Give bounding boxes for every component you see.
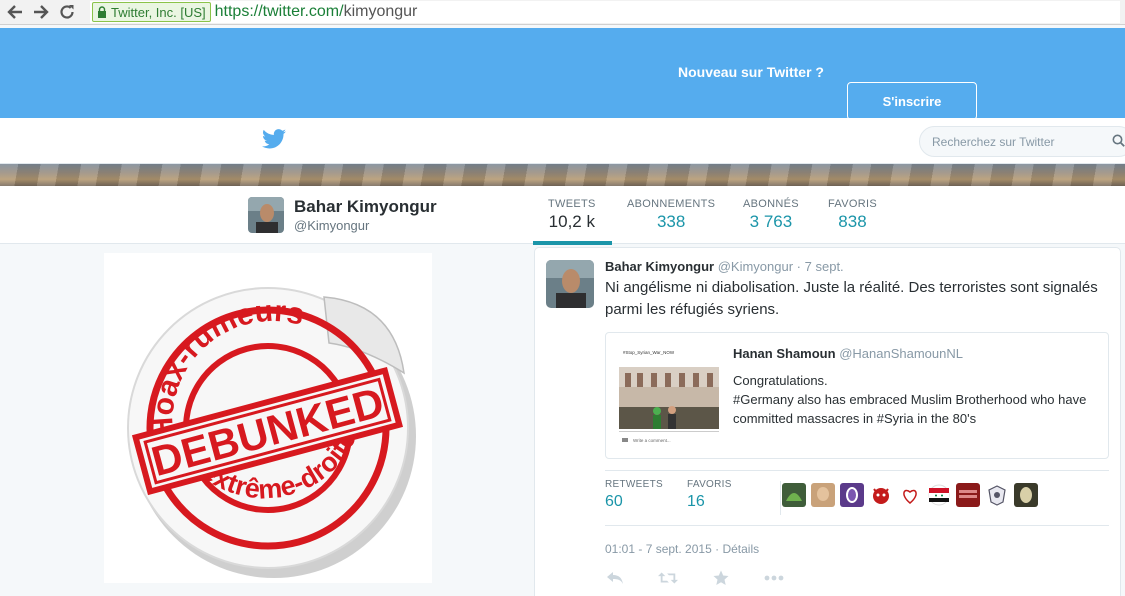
avatar[interactable] xyxy=(811,483,835,507)
retweets-stat[interactable]: RETWEETS 60 xyxy=(605,479,663,511)
search-input[interactable]: Recherchez sur Twitter xyxy=(919,126,1125,157)
quoted-tweet-text: Congratulations. #Germany also has embra… xyxy=(733,371,1103,428)
certificate-badge[interactable]: Twitter, Inc. [US] xyxy=(92,2,211,22)
avatar[interactable] xyxy=(546,260,594,308)
avatar[interactable] xyxy=(1014,483,1038,507)
favorites-label: FAVORIS xyxy=(687,479,732,490)
tweet-header: Bahar Kimyongur @Kimyongur · 7 sept. xyxy=(605,259,844,274)
quoted-tweet-image[interactable]: #Stop_Syrian_War_NOW Write a comment... xyxy=(617,345,721,449)
favorites-stat[interactable]: FAVORIS 16 xyxy=(687,479,732,511)
avatar[interactable] xyxy=(898,483,922,507)
avatar[interactable] xyxy=(985,483,1009,507)
forward-icon[interactable] xyxy=(30,1,52,23)
tweet-actions xyxy=(605,570,817,586)
reload-icon[interactable] xyxy=(56,1,78,23)
more-icon[interactable] xyxy=(764,570,784,586)
engagement-bar: RETWEETS 60 FAVORIS 16 xyxy=(605,470,1109,526)
thumb-hashtag: #Stop_Syrian_War_NOW xyxy=(623,350,675,355)
avatar[interactable] xyxy=(869,483,893,507)
stat-label: ABONNÉS xyxy=(743,198,799,210)
divider xyxy=(780,481,781,515)
url-text: https://twitter.com/kimyongur xyxy=(215,3,418,21)
search-icon[interactable] xyxy=(1112,134,1125,147)
quoted-text-line2: #Germany also has embraced Muslim Brothe… xyxy=(733,392,1087,426)
signup-prompt: Nouveau sur Twitter ? xyxy=(678,64,824,80)
stat-value: 838 xyxy=(838,212,867,231)
quoted-author-handle[interactable]: @HananShamounNL xyxy=(839,346,963,361)
stat-following[interactable]: ABONNEMENTS 338 xyxy=(627,198,715,232)
reply-icon[interactable] xyxy=(605,570,625,586)
avatar[interactable] xyxy=(956,483,980,507)
quoted-author-name[interactable]: Hanan Shamoun xyxy=(733,346,836,361)
stat-value: 10,2 k xyxy=(548,212,595,231)
quoted-tweet[interactable]: #Stop_Syrian_War_NOW Write a comment... … xyxy=(605,332,1109,459)
thumb-comment: Write a comment... xyxy=(633,438,671,443)
stat-label: TWEETS xyxy=(548,198,596,210)
url-path: kimyongur xyxy=(343,3,418,20)
quoted-text-line1: Congratulations. xyxy=(733,373,828,388)
active-tab-indicator xyxy=(533,241,612,245)
retweets-label: RETWEETS xyxy=(605,479,663,490)
favoriter-avatars xyxy=(782,483,1043,507)
avatar[interactable] xyxy=(782,483,806,507)
avatar[interactable] xyxy=(248,197,284,233)
retweets-count: 60 xyxy=(605,493,623,510)
top-nav: Recherchez sur Twitter xyxy=(0,118,1125,164)
tweet-timestamp: 01:01 - 7 sept. 2015 · Détails xyxy=(605,542,759,556)
debunked-sticker-image: Hoax-rumeurs d'extrême-droite DEBUNKED xyxy=(104,253,432,583)
tweet-date[interactable]: 7 sept. xyxy=(805,259,844,274)
url-host: https://twitter.com/ xyxy=(214,3,344,20)
avatar[interactable] xyxy=(927,483,951,507)
stat-value: 3 763 xyxy=(749,212,793,231)
lock-icon xyxy=(98,6,106,18)
twitter-bird-icon[interactable] xyxy=(262,129,286,149)
tweet-author-handle[interactable]: @Kimyongur xyxy=(718,259,793,274)
address-bar[interactable]: Twitter, Inc. [US] https://twitter.com/k… xyxy=(90,1,1120,23)
favorite-star-icon[interactable] xyxy=(711,570,731,586)
meta-separator: · xyxy=(715,542,720,556)
signup-button[interactable]: S'inscrire xyxy=(847,82,977,120)
stat-value: 338 xyxy=(656,212,686,231)
stat-tweets[interactable]: TWEETS 10,2 k xyxy=(548,198,596,232)
avatar[interactable] xyxy=(840,483,864,507)
stat-favorites[interactable]: FAVORIS 838 xyxy=(828,198,877,232)
details-link[interactable]: Détails xyxy=(722,542,759,556)
favorites-count: 16 xyxy=(687,493,705,510)
tweet-card[interactable]: Bahar Kimyongur @Kimyongur · 7 sept. Ni … xyxy=(534,247,1121,596)
profile-name[interactable]: Bahar Kimyongur xyxy=(294,197,437,217)
stat-followers[interactable]: ABONNÉS 3 763 xyxy=(743,198,799,232)
header-photo xyxy=(0,164,1125,186)
tweet-separator: · xyxy=(796,259,802,274)
tweet-author-name[interactable]: Bahar Kimyongur xyxy=(605,259,714,274)
retweet-icon[interactable] xyxy=(658,570,678,586)
back-icon[interactable] xyxy=(4,1,26,23)
tweet-time[interactable]: 01:01 - 7 sept. 2015 xyxy=(605,542,712,556)
browser-toolbar: Twitter, Inc. [US] https://twitter.com/k… xyxy=(0,0,1125,25)
stat-label: FAVORIS xyxy=(828,198,877,210)
stat-label: ABONNEMENTS xyxy=(627,198,716,210)
profile-nav: Bahar Kimyongur @Kimyongur TWEETS 10,2 k… xyxy=(0,186,1125,244)
quoted-tweet-header: Hanan Shamoun @HananShamounNL xyxy=(733,346,963,361)
certificate-label: Twitter, Inc. [US] xyxy=(111,4,206,20)
profile-handle[interactable]: @Kimyongur xyxy=(294,218,369,233)
signup-banner: Nouveau sur Twitter ? S'inscrire xyxy=(0,28,1125,120)
tweet-text: Ni angélisme ni diabolisation. Juste la … xyxy=(605,279,1098,318)
